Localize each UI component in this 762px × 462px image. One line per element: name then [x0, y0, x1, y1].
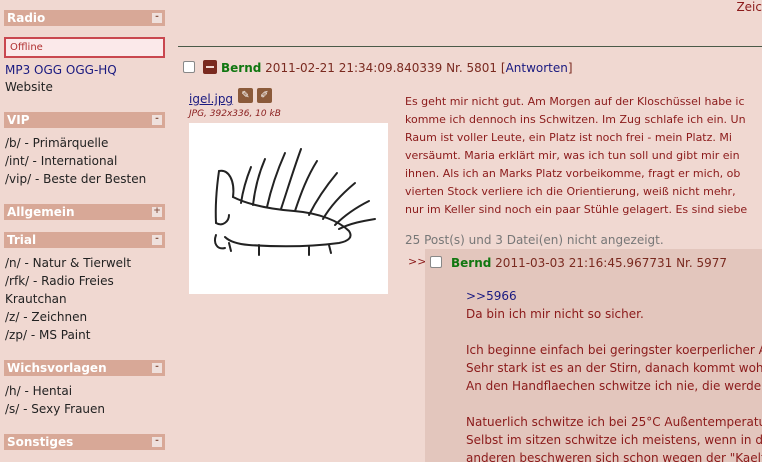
post-line: ihnen. Als ich an Marks Platz vorbeikomm…	[405, 167, 741, 180]
section-header-wichsvorlagen[interactable]: Wichsvorlagen -	[4, 360, 165, 376]
collapse-toggle-icon[interactable]: -	[152, 437, 162, 447]
section-title: Sonstiges	[7, 435, 74, 449]
hide-post-icon[interactable]	[203, 60, 217, 74]
post-line: vierten Stock verliere ich die Orientier…	[405, 185, 736, 198]
board-link-vip[interactable]: /vip/ - Beste der Besten	[5, 172, 146, 186]
post-number[interactable]: Nr. 5977	[676, 256, 727, 270]
section-header-allgemein[interactable]: Allgemein +	[4, 204, 165, 220]
post-line: Ich beginne einfach bei geringster koerp…	[466, 343, 762, 357]
edit-image-icon[interactable]: ✎	[238, 88, 253, 103]
post-line: nur im Keller sind noch ein paar Stühle …	[405, 203, 748, 216]
post-line: Es geht mir nicht gut. Am Morgen auf der…	[405, 95, 745, 108]
sidebar: Radio - Offline MP3 OGG OGG-HQ Website V…	[0, 0, 168, 462]
post-select-checkbox[interactable]	[183, 61, 195, 73]
reply-header: Bernd 2011-03-03 21:16:45.967731 Nr. 597…	[451, 256, 727, 270]
radio-stream-links[interactable]: MP3 OGG OGG-HQ	[5, 63, 117, 77]
collapse-toggle-icon[interactable]: -	[152, 235, 162, 245]
divider	[178, 46, 762, 47]
reply-body: >>5966 Da bin ich mir nicht so sicher. I…	[466, 287, 762, 462]
post-line: Sehr stark ist es an der Stirn, danach k…	[466, 361, 762, 375]
collapse-toggle-icon[interactable]: -	[152, 363, 162, 373]
post-number[interactable]: Nr. 5801	[446, 61, 497, 75]
image-thumbnail[interactable]	[189, 123, 388, 294]
post-line: Raum ist voller Leute, ein Platz ist noc…	[405, 131, 732, 144]
board-link-zp[interactable]: /zp/ - MS Paint	[5, 328, 90, 342]
post-line: anderen beschweren sich schon wegen der …	[466, 451, 762, 462]
post-datetime: 2011-02-21 21:34:09.840339	[265, 61, 443, 75]
section-header-trial[interactable]: Trial -	[4, 232, 165, 248]
radio-website-link[interactable]: Website	[5, 80, 53, 94]
board-link-z[interactable]: /z/ - Zeichnen	[5, 310, 87, 324]
omitted-posts-notice: 25 Post(s) und 3 Datei(en) nicht angezei…	[405, 233, 664, 247]
post-header: Bernd 2011-02-21 21:34:09.840339 Nr. 580…	[221, 61, 573, 75]
section-title: Wichsvorlagen	[7, 361, 107, 375]
expand-toggle-icon[interactable]: +	[152, 207, 162, 217]
board-link-s[interactable]: /s/ - Sexy Frauen	[5, 402, 105, 416]
section-title: Allgemein	[7, 205, 75, 219]
post-line: Da bin ich mir nicht so sicher.	[466, 307, 644, 321]
section-title: Radio	[7, 11, 46, 25]
post-body: Es geht mir nicht gut. Am Morgen auf der…	[405, 93, 762, 219]
post-line: komme ich dennoch ins Schwitzen. Im Zug …	[405, 113, 746, 126]
section-header-radio[interactable]: Radio -	[4, 10, 165, 26]
collapse-toggle-icon[interactable]: -	[152, 115, 162, 125]
section-header-vip[interactable]: VIP -	[4, 112, 165, 128]
post-line: An den Handflaechen schwitze ich nie, di…	[466, 379, 762, 393]
radio-status: Offline	[4, 37, 165, 58]
collapse-toggle-icon[interactable]: -	[152, 13, 162, 23]
board-link-int[interactable]: /int/ - International	[5, 154, 117, 168]
post-line: Selbst im sitzen schwitze ich meistens, …	[466, 433, 762, 447]
section-title: Trial	[7, 233, 37, 247]
poster-name: Bernd	[451, 256, 492, 270]
draw-image-icon[interactable]: ✐	[257, 88, 272, 103]
reply-select-checkbox[interactable]	[430, 256, 442, 268]
file-link[interactable]: igel.jpg	[189, 92, 233, 106]
board-link-rfk[interactable]: /rfk/ - Radio Freies	[5, 274, 114, 288]
board-link-h[interactable]: /h/ - Hentai	[5, 384, 72, 398]
quote-link[interactable]: >>5966	[466, 287, 762, 305]
file-info: JPG, 392x336, 10 kB	[189, 109, 281, 119]
reply-link[interactable]: Antworten	[506, 61, 568, 75]
board-link-rfk-cont[interactable]: Krautchan	[5, 292, 67, 306]
post-line: Natuerlich schwitze ich bei 25°C Außente…	[466, 415, 762, 429]
section-header-sonstiges[interactable]: Sonstiges -	[4, 434, 165, 450]
top-nav-link[interactable]: Zeic	[736, 0, 762, 14]
board-link-n[interactable]: /n/ - Natur & Tierwelt	[5, 256, 131, 270]
board-link-b[interactable]: /b/ - Primärquelle	[5, 136, 108, 150]
poster-name: Bernd	[221, 61, 262, 75]
section-title: VIP	[7, 113, 30, 127]
post-line: versäumt. Maria erklärt mir, was ich tun…	[405, 149, 740, 162]
post-datetime: 2011-03-03 21:16:45.967731	[495, 256, 673, 270]
reply-arrow: >>	[408, 255, 427, 268]
